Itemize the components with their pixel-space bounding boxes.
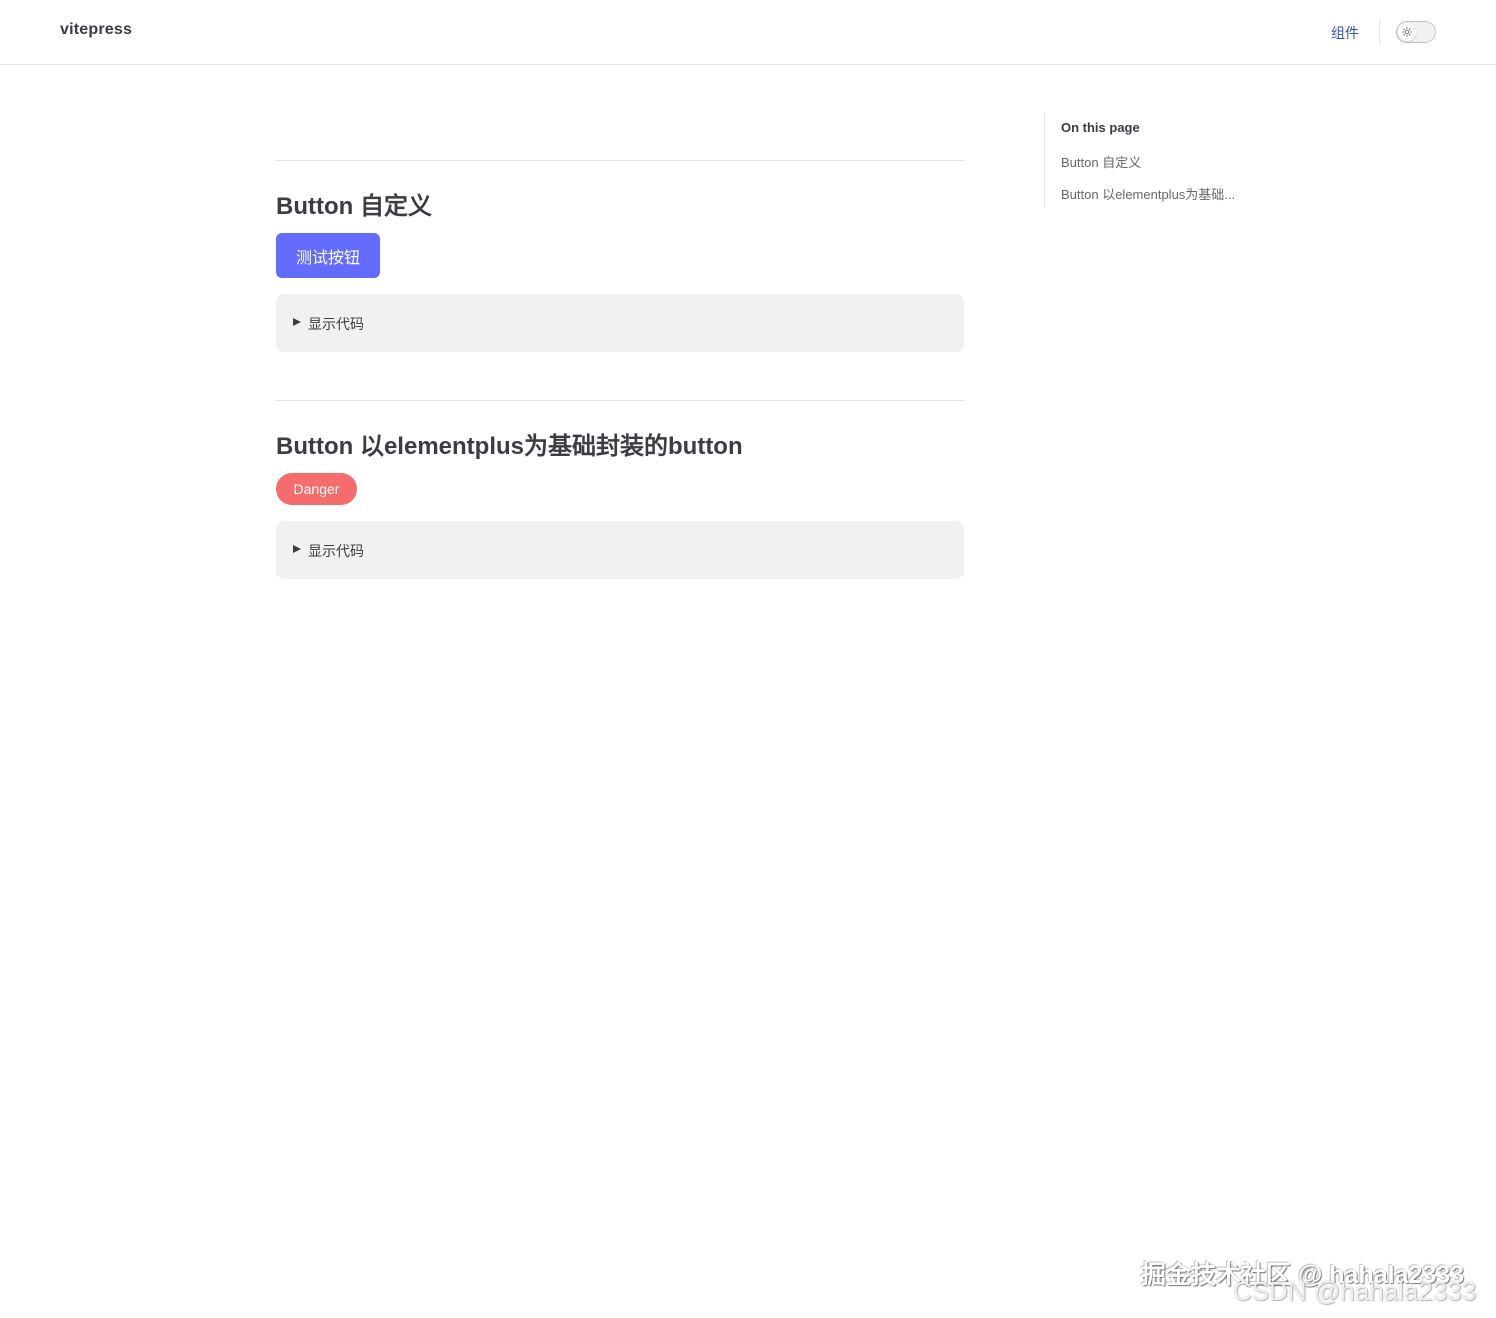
show-code-label: 显示代码 [308, 316, 364, 332]
section-divider [276, 400, 964, 401]
disclosure-triangle-icon [293, 545, 301, 553]
nav-divider [1379, 20, 1380, 44]
show-code-label: 显示代码 [308, 543, 364, 559]
site-title[interactable]: vitepress [60, 21, 132, 39]
section-divider [276, 160, 964, 161]
sun-icon [1398, 23, 1416, 41]
disclosure-triangle-icon [293, 318, 301, 326]
outline-title: On this page [1061, 120, 1140, 135]
top-navbar: vitepress 组件 [0, 0, 1496, 65]
nav-link-components[interactable]: 组件 [1331, 23, 1359, 43]
danger-button[interactable]: Danger [276, 473, 357, 505]
page-outline: On this page Button 自定义 Button 以elementp… [1044, 112, 1304, 208]
heading-button-elementplus: Button 以elementplus为基础封装的button [276, 433, 743, 460]
outline-link-button-custom[interactable]: Button 自定义 [1061, 152, 1141, 171]
appearance-toggle[interactable] [1396, 21, 1436, 43]
show-code-toggle[interactable]: 显示代码 [276, 294, 964, 352]
heading-button-custom: Button 自定义 [276, 193, 432, 220]
test-button[interactable]: 测试按钮 [276, 233, 380, 278]
watermark-csdn: CSDN @hahala2333 [1233, 1276, 1477, 1306]
show-code-toggle[interactable]: 显示代码 [276, 521, 964, 579]
outline-link-button-elementplus[interactable]: Button 以elementplus为基础... [1061, 184, 1235, 203]
